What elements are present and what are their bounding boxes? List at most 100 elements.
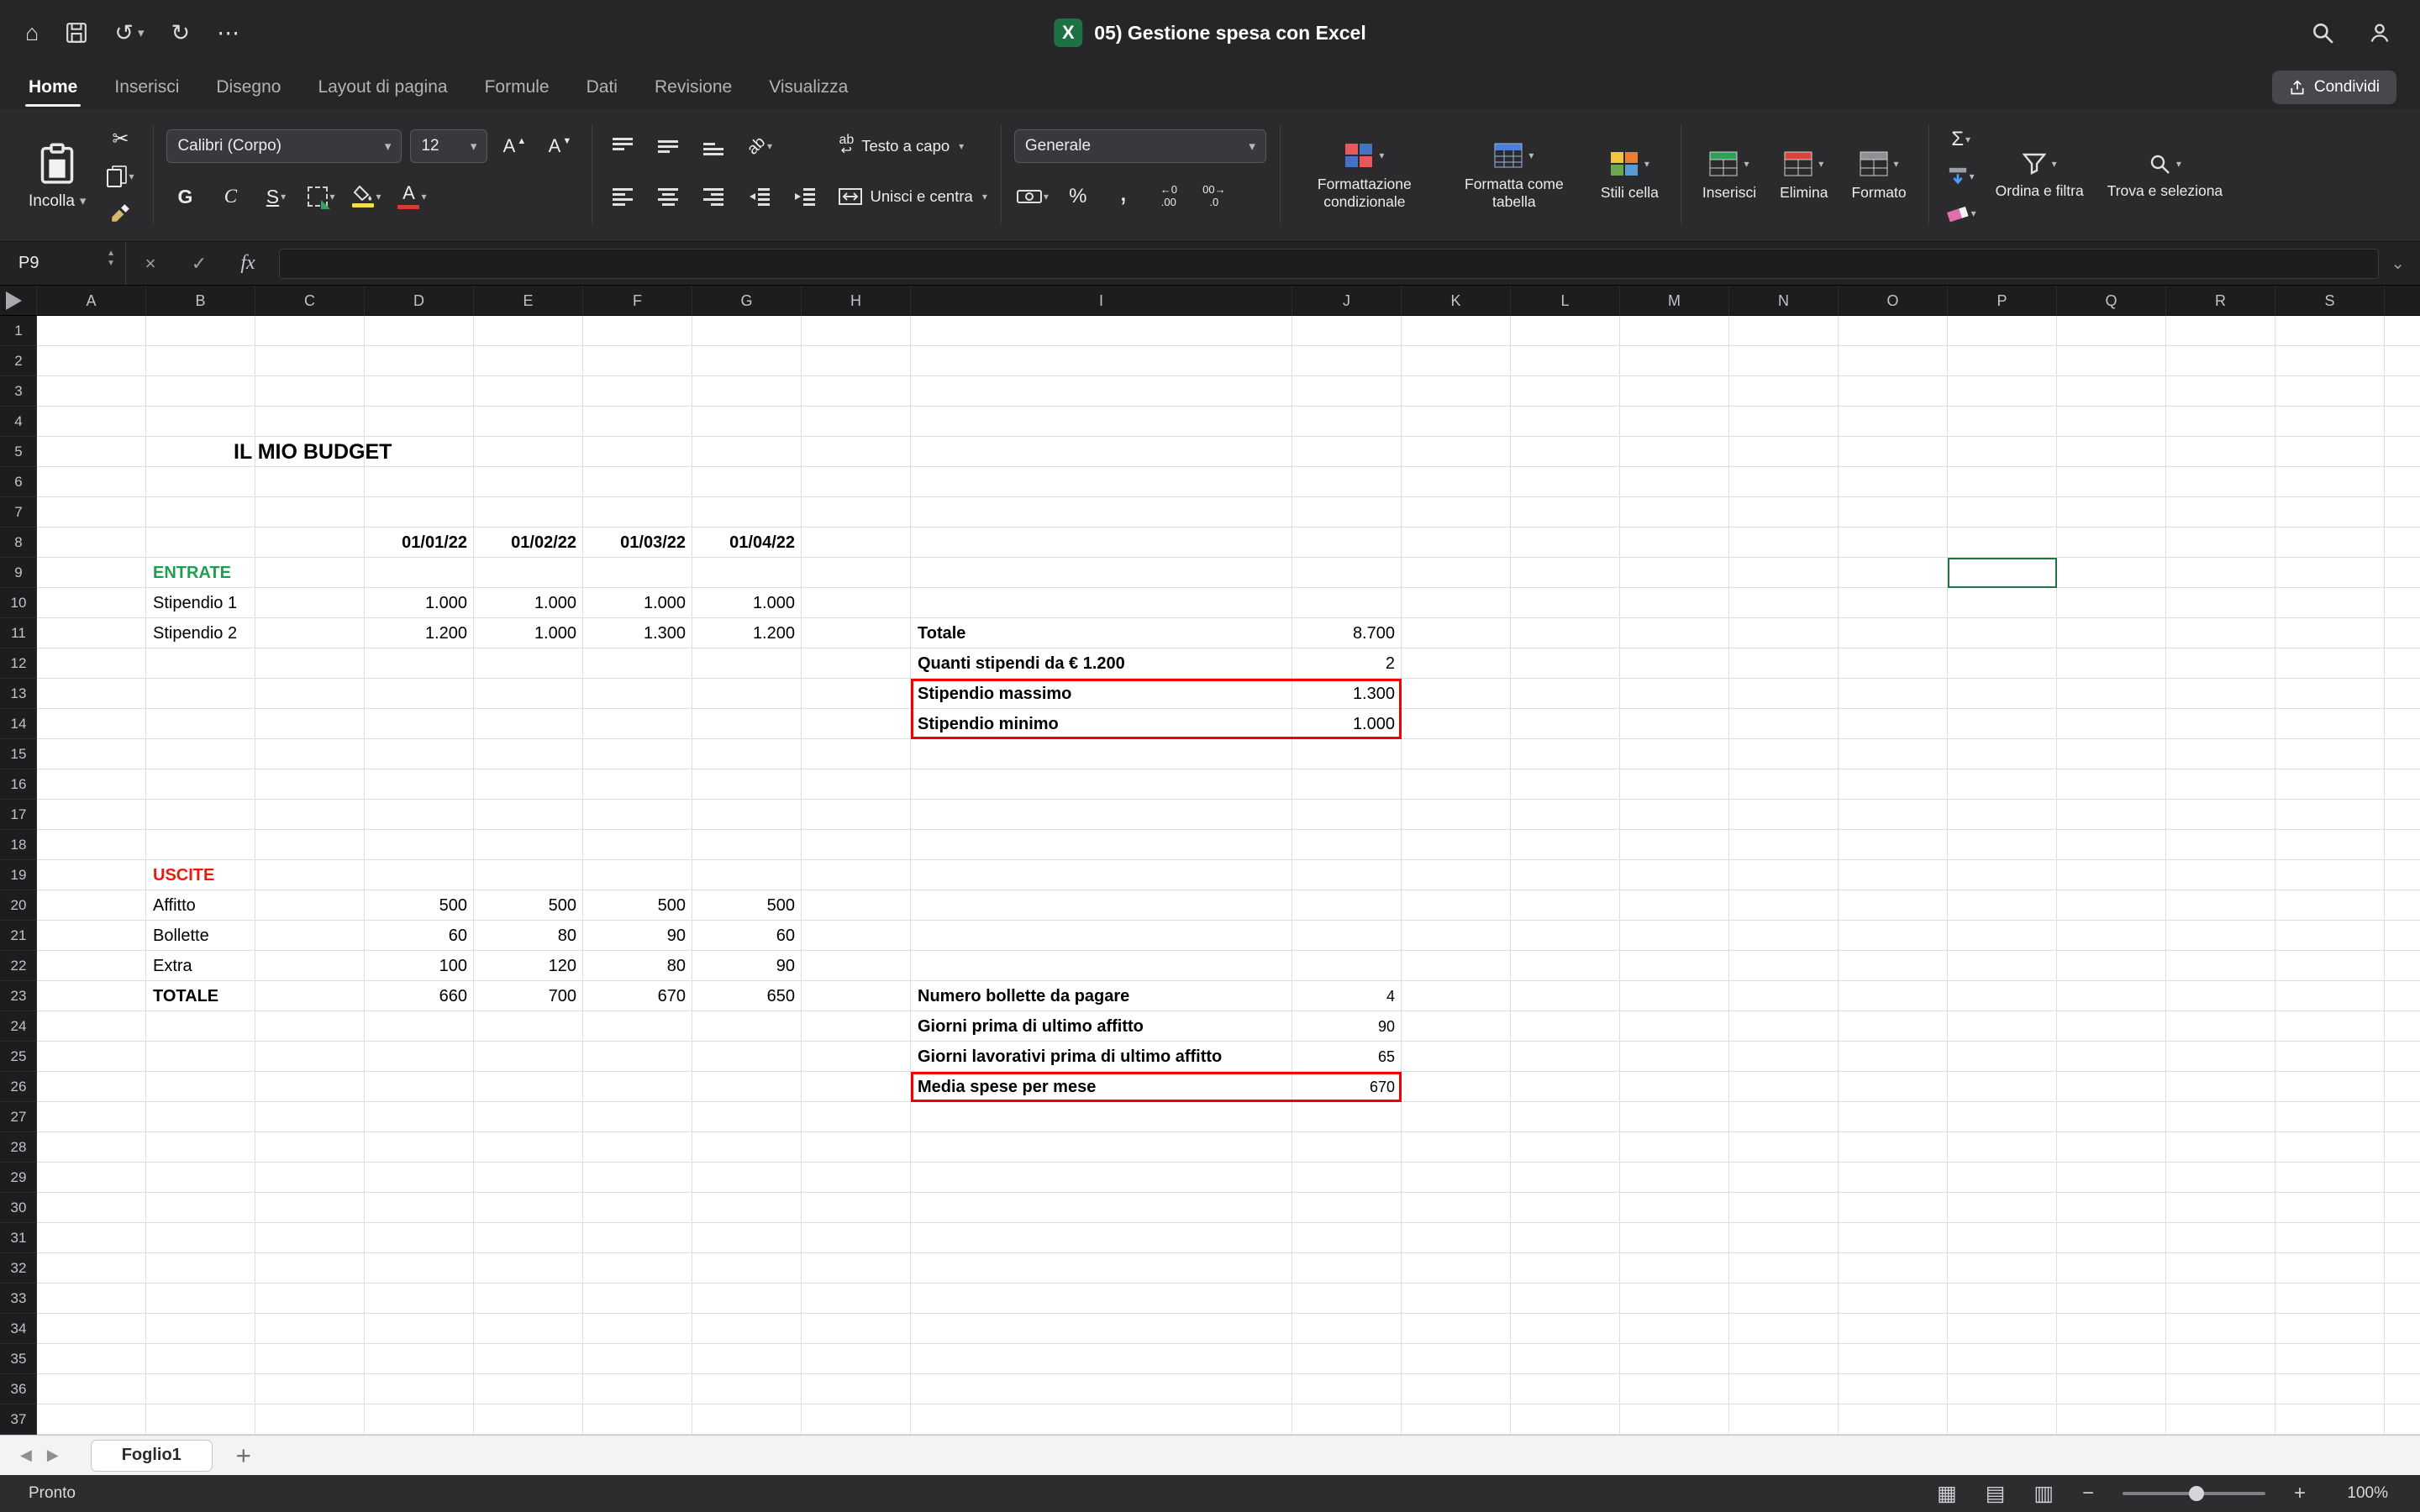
paste-button[interactable]: Incolla▾ — [20, 121, 94, 232]
cell-I26[interactable]: Media spese per mese — [911, 1072, 1102, 1102]
wrap-text-button[interactable]: ab↩ Testo a capo ▾ — [839, 128, 964, 165]
cell-J13[interactable]: 1.300 — [1292, 679, 1402, 709]
row-header-1[interactable]: 1 — [0, 316, 37, 346]
cell-I14[interactable]: Stipendio minimo — [911, 709, 1065, 739]
column-header-R[interactable]: R — [2166, 286, 2275, 316]
cell-B5[interactable]: IL MIO BUDGET — [227, 437, 398, 467]
cell-F10[interactable]: 1.000 — [583, 588, 692, 618]
row-header-16[interactable]: 16 — [0, 769, 37, 800]
sort-filter-button[interactable]: ▾ Ordina e filtra — [1987, 121, 2092, 232]
cell-I23[interactable]: Numero bollette da pagare — [911, 981, 1136, 1011]
increase-font-button[interactable]: A▲ — [496, 128, 533, 165]
cell-E8[interactable]: 01/02/22 — [474, 528, 583, 558]
select-all-corner[interactable] — [0, 286, 37, 316]
row-header-27[interactable]: 27 — [0, 1102, 37, 1132]
row-header-37[interactable]: 37 — [0, 1404, 37, 1435]
cell-J11[interactable]: 8.700 — [1292, 618, 1402, 648]
row-header-7[interactable]: 7 — [0, 497, 37, 528]
align-bottom-button[interactable] — [696, 128, 733, 165]
cell-D11[interactable]: 1.200 — [365, 618, 474, 648]
page-break-view-icon[interactable]: ▥ — [2033, 1483, 2054, 1504]
cell-B19[interactable]: USCITE — [146, 860, 221, 890]
fill-color-button[interactable]: ▾ — [348, 178, 385, 215]
autosum-button[interactable]: Σ▾ — [1942, 122, 1981, 157]
column-header-O[interactable]: O — [1839, 286, 1948, 316]
column-header-K[interactable]: K — [1402, 286, 1511, 316]
italic-button[interactable]: C — [212, 178, 249, 215]
format-cells-button[interactable]: ▾ Formato — [1843, 121, 1914, 232]
fill-button[interactable]: ▾ — [1942, 159, 1981, 194]
align-middle-button[interactable] — [650, 128, 687, 165]
row-header-17[interactable]: 17 — [0, 800, 37, 830]
cell-D10[interactable]: 1.000 — [365, 588, 474, 618]
font-size-select[interactable]: 12 ▾ — [410, 129, 487, 163]
zoom-slider[interactable] — [2123, 1492, 2265, 1495]
cell-G21[interactable]: 60 — [692, 921, 802, 951]
row-header-25[interactable]: 25 — [0, 1042, 37, 1072]
more-commands-icon[interactable]: ⋯ — [217, 22, 239, 45]
cell-B20[interactable]: Affitto — [146, 890, 203, 921]
column-header-I[interactable]: I — [911, 286, 1292, 316]
cell-styles-button[interactable]: ▾ Stili cella — [1592, 121, 1667, 232]
row-header-8[interactable]: 8 — [0, 528, 37, 558]
font-name-select[interactable]: Calibri (Corpo) ▾ — [166, 129, 402, 163]
cell-E20[interactable]: 500 — [474, 890, 583, 921]
column-header-L[interactable]: L — [1511, 286, 1620, 316]
column-header-Q[interactable]: Q — [2057, 286, 2166, 316]
cell-B22[interactable]: Extra — [146, 951, 199, 981]
column-header-H[interactable]: H — [802, 286, 911, 316]
ribbon-tab-inserisci[interactable]: Inserisci — [96, 66, 197, 109]
row-header-5[interactable]: 5 — [0, 437, 37, 467]
cell-B11[interactable]: Stipendio 2 — [146, 618, 244, 648]
undo-button[interactable]: ↺ ▾ — [114, 22, 144, 45]
ribbon-tab-home[interactable]: Home — [10, 66, 96, 109]
cell-J26[interactable]: 670 — [1292, 1072, 1402, 1102]
row-header-15[interactable]: 15 — [0, 739, 37, 769]
row-header-35[interactable]: 35 — [0, 1344, 37, 1374]
cell-G10[interactable]: 1.000 — [692, 588, 802, 618]
cell-I13[interactable]: Stipendio massimo — [911, 679, 1078, 709]
row-header-21[interactable]: 21 — [0, 921, 37, 951]
row-header-36[interactable]: 36 — [0, 1374, 37, 1404]
column-header-C[interactable]: C — [255, 286, 365, 316]
ribbon-tab-visualizza[interactable]: Visualizza — [750, 66, 866, 109]
cell-D22[interactable]: 100 — [365, 951, 474, 981]
column-header-P[interactable]: P — [1948, 286, 2057, 316]
share-button[interactable]: Condividi — [2272, 71, 2396, 104]
cell-B10[interactable]: Stipendio 1 — [146, 588, 244, 618]
cell-G20[interactable]: 500 — [692, 890, 802, 921]
row-header-10[interactable]: 10 — [0, 588, 37, 618]
cell-D21[interactable]: 60 — [365, 921, 474, 951]
cell-G8[interactable]: 01/04/22 — [692, 528, 802, 558]
cell-J12[interactable]: 2 — [1292, 648, 1402, 679]
row-header-13[interactable]: 13 — [0, 679, 37, 709]
ribbon-tab-disegno[interactable]: Disegno — [197, 66, 299, 109]
cell-B9[interactable]: ENTRATE — [146, 558, 238, 588]
column-header-S[interactable]: S — [2275, 286, 2385, 316]
cell-E10[interactable]: 1.000 — [474, 588, 583, 618]
row-header-11[interactable]: 11 — [0, 618, 37, 648]
cell-I24[interactable]: Giorni prima di ultimo affitto — [911, 1011, 1150, 1042]
column-header-F[interactable]: F — [583, 286, 692, 316]
row-header-29[interactable]: 29 — [0, 1163, 37, 1193]
cell-E23[interactable]: 700 — [474, 981, 583, 1011]
row-header-4[interactable]: 4 — [0, 407, 37, 437]
decrease-indent-button[interactable] — [741, 178, 778, 215]
row-header-33[interactable]: 33 — [0, 1284, 37, 1314]
row-header-23[interactable]: 23 — [0, 981, 37, 1011]
cancel-formula-button[interactable]: × — [126, 253, 175, 275]
column-header-A[interactable]: A — [37, 286, 146, 316]
cell-F22[interactable]: 80 — [583, 951, 692, 981]
zoom-out-button[interactable]: − — [2082, 1483, 2094, 1504]
underline-button[interactable]: S▾ — [257, 178, 294, 215]
row-header-26[interactable]: 26 — [0, 1072, 37, 1102]
row-header-9[interactable]: 9 — [0, 558, 37, 588]
format-painter-button[interactable] — [101, 196, 139, 231]
ribbon-tab-layout-di-pagina[interactable]: Layout di pagina — [299, 66, 466, 109]
column-header-D[interactable]: D — [365, 286, 474, 316]
zoom-slider-thumb[interactable] — [2189, 1486, 2204, 1501]
column-header-J[interactable]: J — [1292, 286, 1402, 316]
cell-G23[interactable]: 650 — [692, 981, 802, 1011]
insert-cells-button[interactable]: ▾ Inserisci — [1694, 121, 1765, 232]
home-icon[interactable]: ⌂ — [25, 22, 39, 45]
